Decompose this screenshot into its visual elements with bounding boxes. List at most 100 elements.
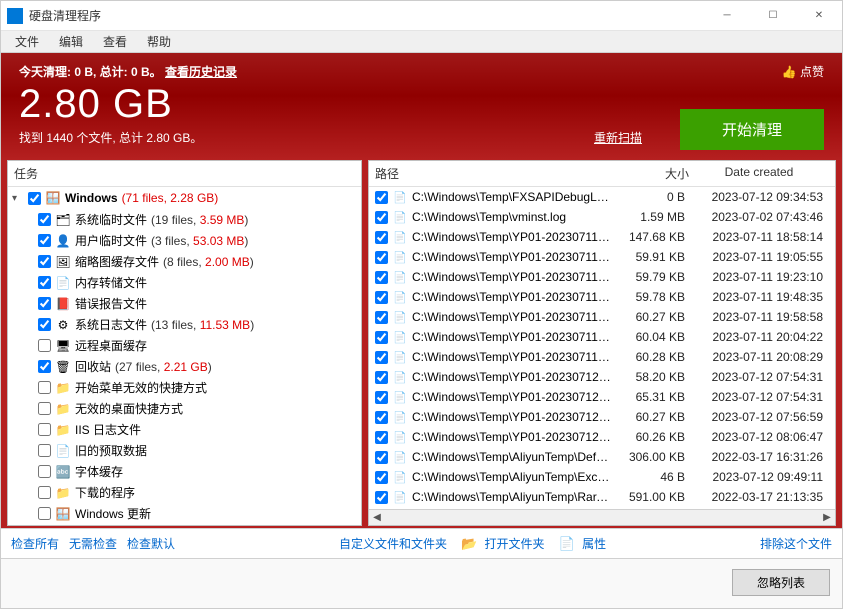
item-checkbox[interactable]	[38, 297, 51, 310]
item-checkbox[interactable]	[38, 360, 51, 373]
scroll-left-icon[interactable]: ◀	[369, 510, 385, 525]
file-checkbox[interactable]	[375, 391, 388, 404]
file-checkbox[interactable]	[375, 471, 388, 484]
col-size[interactable]: 大小	[619, 165, 689, 182]
file-row[interactable]: 📄 C:\Windows\Temp\AliyunTemp\Rar.exe 591…	[369, 487, 835, 507]
file-row[interactable]: 📄 C:\Windows\Temp\YP01-20230711-1923.log…	[369, 267, 835, 287]
item-checkbox[interactable]	[38, 486, 51, 499]
tasks-tree[interactable]: ▾ 🪟 Windows (71 files, 2.28 GB) 🗂 系统临时文件…	[8, 187, 361, 525]
tree-item[interactable]: 🔤 字体缓存	[8, 461, 361, 482]
file-checkbox[interactable]	[375, 371, 388, 384]
file-checkbox[interactable]	[375, 231, 388, 244]
file-row[interactable]: 📄 C:\Windows\Temp\YP01-20230711-2004.log…	[369, 327, 835, 347]
file-row[interactable]: 📄 C:\Windows\Temp\YP01-20230711-1948.log…	[369, 287, 835, 307]
tree-item[interactable]: 📁 无效的桌面快捷方式	[8, 398, 361, 419]
scroll-right-icon[interactable]: ▶	[819, 510, 835, 525]
check-all-link[interactable]: 检查所有	[11, 535, 59, 552]
tree-item[interactable]: 📁 开始菜单无效的快捷方式	[8, 377, 361, 398]
like-button[interactable]: 点赞	[782, 63, 824, 80]
item-checkbox[interactable]	[38, 465, 51, 478]
tree-category-windows[interactable]: ▾ 🪟 Windows (71 files, 2.28 GB)	[8, 187, 361, 209]
file-row[interactable]: 📄 C:\Windows\Temp\FXSAPIDebugLogFile.txt…	[369, 187, 835, 207]
file-checkbox[interactable]	[375, 351, 388, 364]
tree-item[interactable]: 🪟 Windows 更新	[8, 503, 361, 524]
item-checkbox[interactable]	[38, 255, 51, 268]
item-icon: 📄	[55, 275, 71, 291]
category-checkbox[interactable]	[28, 192, 41, 205]
file-checkbox[interactable]	[375, 451, 388, 464]
check-default-link[interactable]: 检查默认	[127, 535, 175, 552]
tree-item[interactable]: 📁 IIS 日志文件	[8, 419, 361, 440]
file-row[interactable]: 📄 C:\Windows\Temp\YP01-20230712-0754.log…	[369, 367, 835, 387]
col-date[interactable]: Date created	[689, 165, 829, 182]
file-checkbox[interactable]	[375, 291, 388, 304]
item-checkbox[interactable]	[38, 213, 51, 226]
file-checkbox[interactable]	[375, 311, 388, 324]
history-link[interactable]: 查看历史记录	[165, 65, 237, 79]
tree-item[interactable]: ⚙ 系统日志文件 (13 files, 11.53 MB)	[8, 314, 361, 335]
start-clean-button[interactable]: 开始清理	[680, 109, 824, 150]
file-row[interactable]: 📄 C:\Windows\Temp\YP01-20230711-1958.log…	[369, 307, 835, 327]
file-checkbox[interactable]	[375, 491, 388, 504]
file-row[interactable]: 📄 C:\Windows\Temp\YP01-20230711-2008.log…	[369, 347, 835, 367]
tree-item[interactable]: 🗑 回收站 (27 files, 2.21 GB)	[8, 356, 361, 377]
file-row[interactable]: 📄 C:\Windows\Temp\YP01-20230712-0754a...…	[369, 387, 835, 407]
file-icon: 📄	[392, 369, 408, 385]
files-list[interactable]: 📄 C:\Windows\Temp\FXSAPIDebugLogFile.txt…	[369, 187, 835, 509]
tree-item[interactable]: 🗂 系统临时文件 (19 files, 3.59 MB)	[8, 209, 361, 230]
file-checkbox[interactable]	[375, 271, 388, 284]
item-checkbox[interactable]	[38, 444, 51, 457]
item-checkbox[interactable]	[38, 423, 51, 436]
col-path[interactable]: 路径	[375, 165, 619, 182]
rescan-link[interactable]: 重新扫描	[594, 129, 642, 146]
scroll-track[interactable]	[385, 510, 819, 525]
file-row[interactable]: 📄 C:\Windows\Temp\AliyunTemp\ExcludeNa..…	[369, 467, 835, 487]
tree-item[interactable]: 🖼 缩略图缓存文件 (8 files, 2.00 MB)	[8, 251, 361, 272]
menu-edit[interactable]: 编辑	[49, 31, 93, 52]
item-checkbox[interactable]	[38, 381, 51, 394]
file-row[interactable]: 📄 C:\Windows\Temp\YP01-20230711-1858.log…	[369, 227, 835, 247]
file-icon: 📄	[392, 429, 408, 445]
item-checkbox[interactable]	[38, 276, 51, 289]
file-size: 306.00 KB	[615, 450, 685, 464]
file-row[interactable]: 📄 C:\Windows\Temp\YP01-20230712-0756.log…	[369, 407, 835, 427]
item-checkbox[interactable]	[38, 234, 51, 247]
file-checkbox[interactable]	[375, 211, 388, 224]
file-checkbox[interactable]	[375, 331, 388, 344]
tree-item[interactable]: 🖥 远程桌面缓存	[8, 335, 361, 356]
menu-file[interactable]: 文件	[5, 31, 49, 52]
properties-link[interactable]: 📄 属性	[559, 535, 607, 552]
minimize-button[interactable]: ─	[704, 1, 750, 31]
file-row[interactable]: 📄 C:\Windows\Temp\AliyunTemp\Default.SFX…	[369, 447, 835, 467]
file-checkbox[interactable]	[375, 431, 388, 444]
file-row[interactable]: 📄 C:\Windows\Temp\vminst.log 1.59 MB 202…	[369, 207, 835, 227]
menu-help[interactable]: 帮助	[137, 31, 181, 52]
item-checkbox[interactable]	[38, 402, 51, 415]
maximize-button[interactable]: ☐	[750, 1, 796, 31]
close-button[interactable]: ✕	[796, 1, 842, 31]
exclude-file-link[interactable]: 排除这个文件	[760, 535, 832, 552]
horizontal-scrollbar[interactable]: ◀ ▶	[369, 509, 835, 525]
file-checkbox[interactable]	[375, 191, 388, 204]
files-panel: 路径 大小 Date created 📄 C:\Windows\Temp\FXS…	[368, 160, 836, 526]
file-row[interactable]: 📄 C:\Windows\Temp\YP01-20230711-1905.log…	[369, 247, 835, 267]
item-checkbox[interactable]	[38, 507, 51, 520]
tree-item[interactable]: 📄 旧的预取数据	[8, 440, 361, 461]
menubar: 文件 编辑 查看 帮助	[1, 31, 842, 53]
open-folder-link[interactable]: 📂 打开文件夹	[461, 535, 545, 552]
custom-files-link[interactable]: 自定义文件和文件夹	[339, 535, 447, 552]
tree-item[interactable]: 📄 内存转储文件	[8, 272, 361, 293]
chevron-down-icon[interactable]: ▾	[12, 193, 24, 204]
item-checkbox[interactable]	[38, 339, 51, 352]
tree-item[interactable]: 📕 错误报告文件	[8, 293, 361, 314]
tree-item[interactable]: 💿 Windows 安装程序临时文件 (1 files, 0 B)	[8, 524, 361, 525]
tree-item[interactable]: 📁 下载的程序	[8, 482, 361, 503]
tree-item[interactable]: 👤 用户临时文件 (3 files, 53.03 MB)	[8, 230, 361, 251]
menu-view[interactable]: 查看	[93, 31, 137, 52]
ignore-list-button[interactable]: 忽略列表	[732, 569, 830, 596]
item-checkbox[interactable]	[38, 318, 51, 331]
file-row[interactable]: 📄 C:\Windows\Temp\YP01-20230712-0806.log…	[369, 427, 835, 447]
file-checkbox[interactable]	[375, 411, 388, 424]
check-none-link[interactable]: 无需检查	[69, 535, 117, 552]
file-checkbox[interactable]	[375, 251, 388, 264]
